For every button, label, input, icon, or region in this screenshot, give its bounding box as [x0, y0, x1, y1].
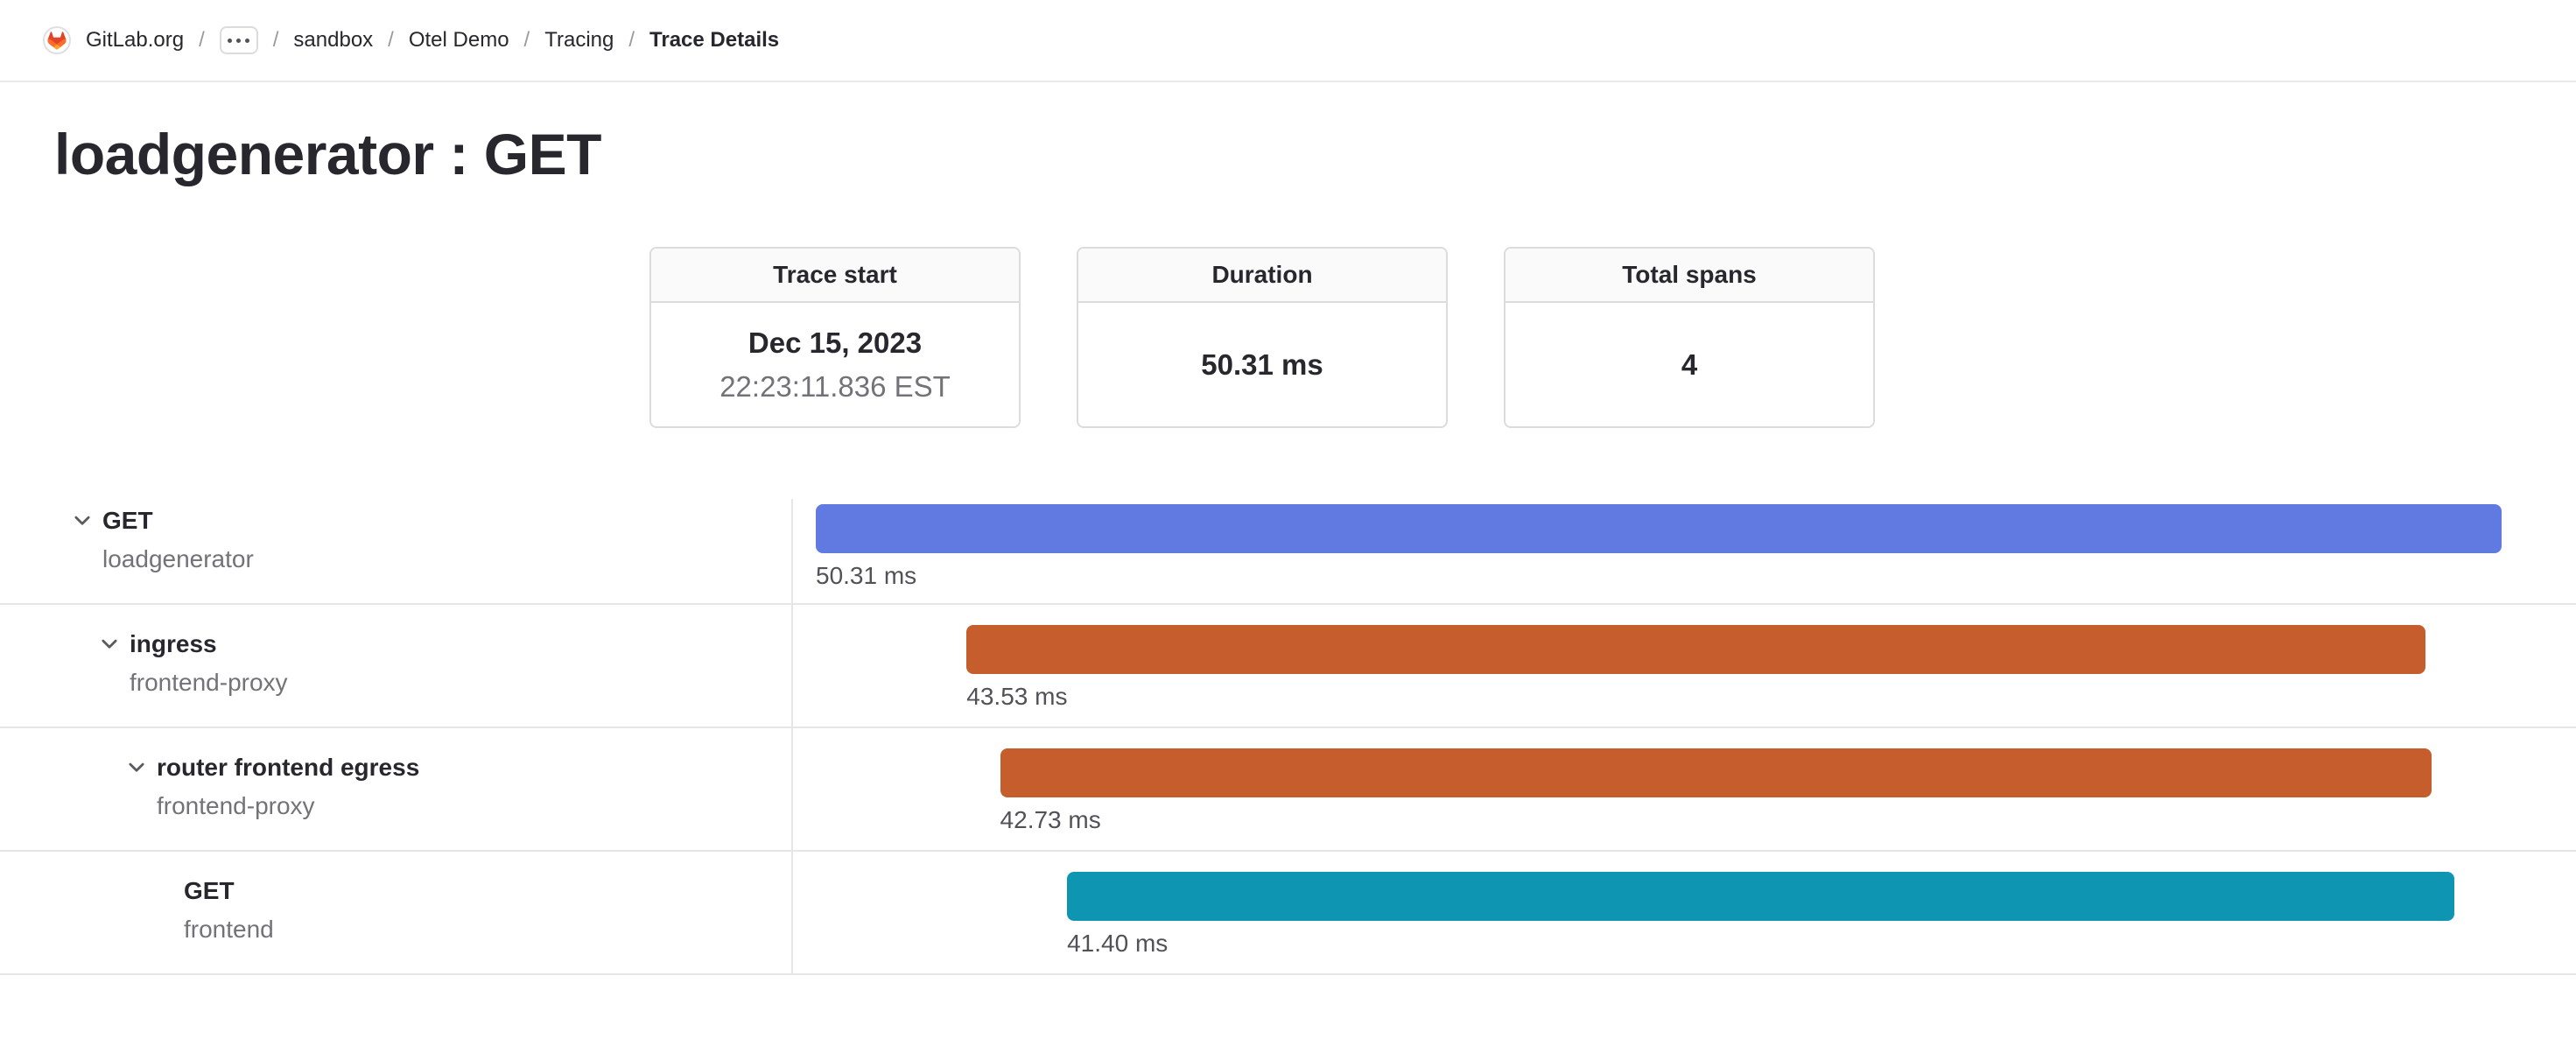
- span-operation-label: router frontend egress: [157, 751, 419, 784]
- gitlab-logo[interactable]: [43, 26, 71, 54]
- span-info-cell: router frontend egress frontend-proxy: [0, 728, 793, 850]
- breadcrumb-item-gitlab-org[interactable]: GitLab.org: [86, 28, 184, 53]
- chevron-down-icon: [125, 756, 148, 779]
- span-operation-label: GET: [184, 874, 235, 908]
- span-bar-track: [816, 625, 2502, 674]
- breadcrumb: GitLab.org / / sandbox / Otel Demo / Tra…: [0, 0, 2576, 82]
- total-spans-card: Total spans 4: [1504, 247, 1875, 428]
- span-service-label: frontend: [152, 915, 791, 944]
- span-bar-track: [816, 872, 2502, 921]
- ellipsis-icon: [228, 39, 232, 43]
- duration-card: Duration 50.31 ms: [1077, 247, 1448, 428]
- breadcrumb-separator: /: [524, 28, 530, 53]
- span-waterfall: GET loadgenerator 50.31 ms ingress front…: [0, 499, 2576, 975]
- span-service-label: frontend-proxy: [125, 791, 791, 821]
- span-duration-label: 43.53 ms: [966, 683, 2502, 711]
- trace-start-time: 22:23:11.836 EST: [719, 370, 951, 404]
- breadcrumb-separator: /: [273, 28, 279, 53]
- summary-cards: Trace start Dec 15, 2023 22:23:11.836 ES…: [649, 247, 2576, 428]
- span-duration-label: 50.31 ms: [816, 562, 2502, 590]
- breadcrumb-item-otel-demo[interactable]: Otel Demo: [409, 28, 509, 53]
- span-operation-label: GET: [102, 504, 153, 537]
- span-timeline-cell: 42.73 ms: [793, 728, 2576, 850]
- span-info-cell: GET frontend: [0, 852, 793, 973]
- trace-start-date: Dec 15, 2023: [748, 326, 922, 360]
- span-toggle-button[interactable]: [71, 509, 94, 532]
- span-duration-bar[interactable]: [966, 625, 2425, 674]
- span-timeline-cell: 50.31 ms: [793, 499, 2576, 603]
- span-service-label: frontend-proxy: [98, 668, 791, 698]
- total-spans-value: 4: [1681, 348, 1697, 382]
- span-toggle-button[interactable]: [125, 756, 148, 779]
- span-duration-label: 42.73 ms: [1000, 806, 2502, 834]
- span-bar-track: [816, 504, 2502, 553]
- span-info-cell: GET loadgenerator: [0, 499, 793, 603]
- span-duration-label: 41.40 ms: [1067, 930, 2502, 958]
- span-bar-track: [816, 748, 2502, 797]
- span-row: ingress frontend-proxy 43.53 ms: [0, 605, 2576, 728]
- trace-start-card-body: Dec 15, 2023 22:23:11.836 EST: [651, 303, 1019, 426]
- span-row: GET frontend 41.40 ms: [0, 852, 2576, 975]
- breadcrumb-item-tracing[interactable]: Tracing: [544, 28, 614, 53]
- span-row: router frontend egress frontend-proxy 42…: [0, 728, 2576, 852]
- page-title: loadgenerator : GET: [54, 125, 2576, 183]
- span-duration-bar[interactable]: [1067, 872, 2454, 921]
- span-duration-bar[interactable]: [1000, 748, 2432, 797]
- total-spans-card-body: 4: [1506, 303, 1873, 426]
- gitlab-tanuki-icon: [47, 32, 67, 50]
- span-toggle-button[interactable]: [98, 633, 121, 656]
- span-duration-bar[interactable]: [816, 504, 2502, 553]
- span-operation-label: ingress: [130, 628, 217, 661]
- span-timeline-cell: 41.40 ms: [793, 852, 2576, 973]
- duration-card-body: 50.31 ms: [1078, 303, 1446, 426]
- breadcrumb-separator: /: [199, 28, 205, 53]
- trace-start-card-header: Trace start: [651, 249, 1019, 303]
- breadcrumb-separator: /: [628, 28, 635, 53]
- ellipsis-icon: [236, 39, 241, 43]
- span-timeline-cell: 43.53 ms: [793, 605, 2576, 727]
- chevron-down-icon: [98, 633, 121, 656]
- total-spans-card-header: Total spans: [1506, 249, 1873, 303]
- duration-card-header: Duration: [1078, 249, 1446, 303]
- ellipsis-icon: [245, 39, 249, 43]
- breadcrumb-item-trace-details: Trace Details: [649, 28, 779, 53]
- span-row: GET loadgenerator 50.31 ms: [0, 499, 2576, 605]
- chevron-down-icon: [71, 509, 94, 532]
- span-service-label: loadgenerator: [71, 544, 791, 574]
- duration-value: 50.31 ms: [1201, 348, 1323, 382]
- breadcrumb-collapse-button[interactable]: [220, 26, 258, 54]
- span-info-cell: ingress frontend-proxy: [0, 605, 793, 727]
- trace-start-card: Trace start Dec 15, 2023 22:23:11.836 ES…: [649, 247, 1021, 428]
- breadcrumb-item-sandbox[interactable]: sandbox: [293, 28, 373, 53]
- breadcrumb-separator: /: [388, 28, 394, 53]
